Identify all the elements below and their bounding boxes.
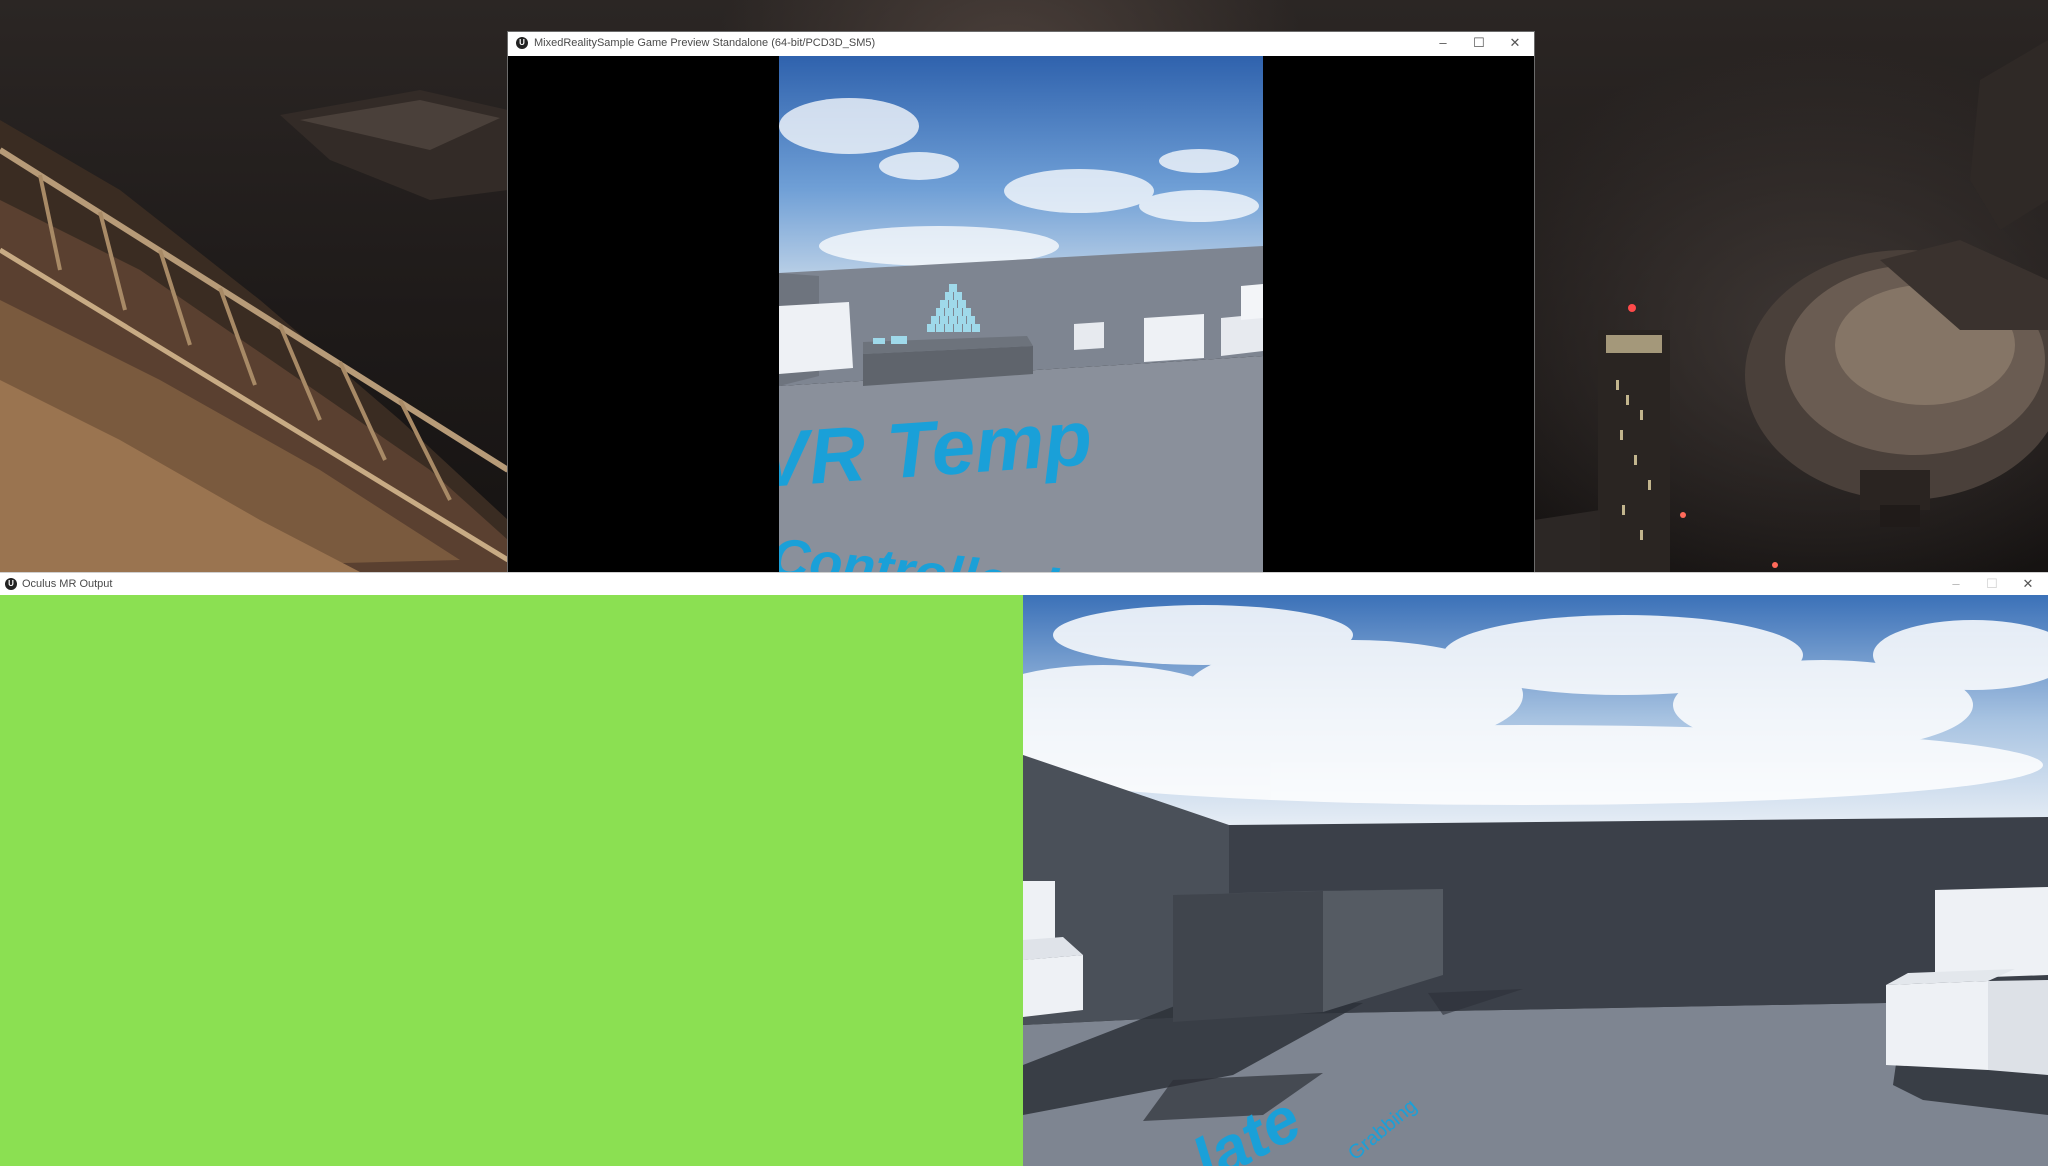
greenscreen-background-layer [0,595,1023,1166]
vr-scene-svg: VR Temp Controller L [779,56,1263,572]
close-button[interactable]: ✕ [1497,32,1533,54]
dark-block [1173,891,1323,1022]
unreal-engine-logo-icon: U [5,578,17,590]
mr-window-title: Oculus MR Output [22,578,113,590]
game-window-title: MixedRealitySample Game Preview Standalo… [534,37,876,49]
game-viewport[interactable]: VR Temp Controller L [508,56,1534,572]
maximize-button[interactable]: ☐ [1974,573,2010,595]
close-button[interactable]: ✕ [2010,573,2046,595]
vr-scene-render[interactable]: VR Temp Controller L [779,56,1263,572]
minimize-button[interactable]: – [1938,573,1974,595]
mr-scene-svg: late Grabbing [1023,595,2048,1166]
unreal-engine-logo-icon: U [516,37,528,49]
mr-window-title-bar[interactable]: U Oculus MR Output – ☐ ✕ [0,572,2048,595]
game-preview-window[interactable]: U MixedRealitySample Game Preview Standa… [508,32,1534,572]
mr-foreground-scene-render[interactable]: late Grabbing [1023,595,2048,1166]
maximize-button[interactable]: ☐ [1461,32,1497,54]
game-window-title-bar[interactable]: U MixedRealitySample Game Preview Standa… [508,32,1534,56]
oculus-mr-output-window[interactable]: U Oculus MR Output – ☐ ✕ late Grabbing [0,572,2048,1166]
minimize-button[interactable]: – [1425,32,1461,54]
